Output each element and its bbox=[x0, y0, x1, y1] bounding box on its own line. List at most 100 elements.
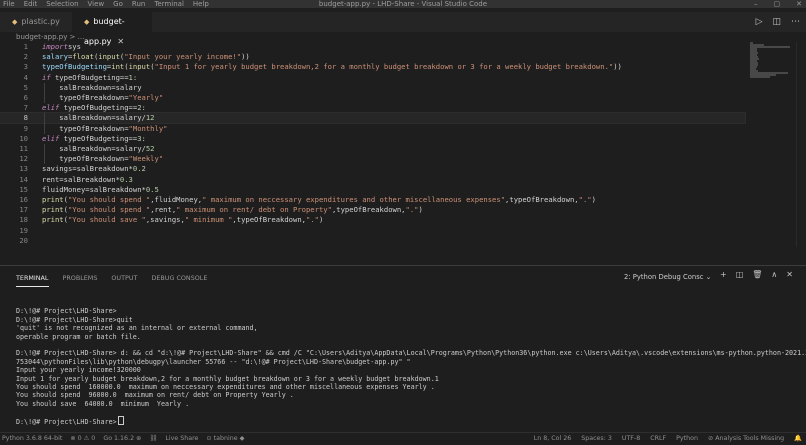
remote-icon[interactable]: ⛓ bbox=[149, 433, 157, 445]
tab-output[interactable]: OUTPUT bbox=[111, 274, 137, 287]
line-number: 13 bbox=[19, 164, 28, 174]
code-line[interactable]: 15 fluidMoney=salBreakdown*0.5 bbox=[0, 185, 745, 195]
code-line[interactable]: 3 typeOfBudgeting=int(input("Input 1 for … bbox=[0, 62, 745, 72]
tab-problems[interactable]: PROBLEMS bbox=[63, 274, 98, 287]
code-token: typeOfBreakdown= bbox=[42, 154, 129, 164]
go-version[interactable]: Go 1.16.2 ⊕ bbox=[103, 433, 141, 445]
code-line[interactable]: 10 elif typeOfBudgeting==3: bbox=[0, 134, 745, 144]
close-window-icon[interactable]: ✕ bbox=[796, 0, 802, 8]
breadcrumb[interactable]: budget-app.py > ... bbox=[16, 33, 84, 41]
more-actions-icon[interactable]: ⋯ bbox=[791, 12, 800, 32]
tab-plastic[interactable]: ◆ plastic.py bbox=[0, 12, 72, 32]
menu-run[interactable]: Run bbox=[132, 0, 145, 8]
python-file-icon: ◆ bbox=[12, 18, 18, 26]
menu-selection[interactable]: Selection bbox=[46, 0, 78, 8]
run-icon[interactable]: ▷ bbox=[756, 12, 763, 32]
menu-edit[interactable]: Edit bbox=[24, 0, 38, 8]
code-line[interactable]: 16 print("You should spend ",fluidMoney,"… bbox=[0, 195, 745, 205]
code-text: typeOfBudgeting=int(input("Input 1 for y… bbox=[42, 62, 622, 72]
notifications-icon[interactable]: 🔔 bbox=[794, 433, 802, 445]
analysis-tools[interactable]: ⊘ Analysis Tools Missing bbox=[708, 433, 784, 445]
code-text: print("You should save ",savings," minim… bbox=[42, 215, 323, 225]
terminal-line: operable program or batch file. bbox=[16, 333, 802, 341]
code-token: typeOfBreakdown= bbox=[42, 93, 129, 102]
code-token: )) bbox=[613, 62, 622, 72]
code-line[interactable]: 11 salBreakdown=salary/52 bbox=[0, 144, 745, 154]
terminal-select[interactable]: 2: Python Debug Consc ⌄ bbox=[620, 271, 716, 283]
code-text: print("You should spend ",rent," maximum… bbox=[42, 205, 423, 215]
code-line[interactable]: 19 bbox=[0, 226, 745, 236]
problems-count[interactable]: ⊗ 0 ⚠ 0 bbox=[70, 433, 95, 445]
code-text: savings=salBreakdown*0.2 bbox=[42, 164, 146, 174]
line-ending[interactable]: CRLF bbox=[650, 433, 666, 445]
code-token: "Monthly" bbox=[128, 123, 168, 133]
maximize-icon[interactable]: ▢ bbox=[774, 0, 781, 8]
code-token: salBreakdown=salary bbox=[42, 82, 142, 92]
code-token: ) bbox=[591, 195, 596, 204]
code-text: salBreakdown=salary/52 bbox=[42, 144, 154, 154]
code-token: if bbox=[42, 72, 51, 82]
python-interpreter[interactable]: Python 3.6.8 64-bit bbox=[2, 433, 62, 445]
code-text: elif typeOfBudgeting==3: bbox=[42, 134, 146, 144]
code-token: 0.3 bbox=[119, 174, 133, 184]
terminal-line: Input 1 for yearly budget breakdown,2 fo… bbox=[16, 375, 802, 383]
code-line[interactable]: 17 print("You should spend ",rent," maxim… bbox=[0, 205, 745, 215]
code-editor[interactable]: 1 importsys 2 salary=float(input("Input you… bbox=[0, 42, 806, 247]
code-line[interactable]: 5 salBreakdown=salary bbox=[0, 83, 745, 93]
code-line[interactable]: 9 typeOfBreakdown="Monthly" bbox=[0, 124, 745, 134]
tabnine[interactable]: ⊙ tabnine ◆ bbox=[206, 433, 244, 445]
menu-terminal[interactable]: Terminal bbox=[154, 0, 184, 8]
code-token: ,typeOfBreakdown, bbox=[331, 205, 406, 215]
tab-debug-console[interactable]: DEBUG CONSOLE bbox=[151, 274, 207, 287]
indentation[interactable]: Spaces: 3 bbox=[581, 433, 612, 445]
code-line[interactable]: 1 importsys bbox=[0, 42, 745, 52]
window-controls: – ▢ ✕ bbox=[754, 0, 802, 8]
code-line[interactable]: 7 elif typeOfBudgeting==2: bbox=[0, 103, 745, 113]
terminal-line: D:\!@# Project\LHD-Share>quit bbox=[16, 316, 802, 324]
code-token: print bbox=[42, 195, 64, 204]
terminal-line-text: operable program or batch file. bbox=[16, 332, 141, 341]
live-share[interactable]: Live Share bbox=[165, 433, 198, 445]
menu-view[interactable]: View bbox=[88, 0, 105, 8]
code-line[interactable]: 8 salBreakdown=salary/12 bbox=[0, 112, 746, 125]
menu-file[interactable]: File bbox=[3, 0, 15, 8]
terminal-output[interactable]: D:\!@# Project\LHD-Share> D:\!@# Project\… bbox=[16, 299, 806, 427]
tab-terminal[interactable]: TERMINAL bbox=[16, 274, 49, 287]
line-number: 5 bbox=[23, 82, 28, 92]
code-line[interactable]: 6 typeOfBreakdown="Yearly" bbox=[0, 93, 745, 103]
minimap[interactable] bbox=[750, 42, 794, 82]
language-mode[interactable]: Python bbox=[676, 433, 698, 445]
code-token: ,fluidMoney, bbox=[150, 195, 203, 204]
menu-help[interactable]: Help bbox=[193, 0, 209, 8]
trash-icon[interactable]: 🗑 bbox=[752, 270, 762, 279]
cursor-position[interactable]: Ln 8, Col 26 bbox=[534, 433, 572, 445]
close-panel-icon[interactable]: ✕ bbox=[786, 270, 793, 279]
code-token: typeOfBudgeting== bbox=[59, 133, 138, 143]
new-terminal-icon[interactable]: + bbox=[720, 270, 727, 279]
code-line[interactable]: 4 if typeOfBudgeting==1: bbox=[0, 73, 745, 83]
code-line[interactable]: 18 print("You should save ",savings," min… bbox=[0, 215, 745, 225]
code-line[interactable]: 2 salary=float(input("Input your yearly i… bbox=[0, 52, 745, 62]
encoding[interactable]: UTF-8 bbox=[622, 433, 640, 445]
indent-guide bbox=[44, 144, 45, 165]
code-token: int bbox=[111, 62, 125, 72]
code-token: typeOfBreakdown= bbox=[42, 123, 129, 133]
terminal-line-text: You should spend 96000.0 maximum on rent… bbox=[16, 391, 294, 400]
split-editor-icon[interactable]: ◫ bbox=[772, 12, 781, 32]
minimap-line bbox=[750, 76, 770, 78]
code-line[interactable]: 20 bbox=[0, 236, 745, 246]
terminal-line-text: D:\!@# Project\LHD-Share> d: && cd "d:\!… bbox=[16, 349, 806, 358]
maximize-panel-icon[interactable]: ∧ bbox=[771, 270, 777, 279]
tab-budget-app[interactable]: ◆ budget-app.py ✕ bbox=[72, 12, 152, 46]
terminal-line-text: D:\!@# Project\LHD-Share> bbox=[16, 418, 117, 427]
terminal-line-text: You should spend 160000.0 maximum on nec… bbox=[16, 382, 435, 391]
code-line[interactable]: 13 savings=salBreakdown*0.2 bbox=[0, 164, 745, 174]
minimize-icon[interactable]: – bbox=[754, 0, 758, 8]
split-terminal-icon[interactable]: ◫ bbox=[736, 270, 744, 279]
title-bar: budget-app.py - LHD-Share - Visual Studi… bbox=[0, 0, 806, 8]
editor-scrollbar[interactable] bbox=[796, 42, 805, 247]
code-text: typeOfBreakdown="Weekly" bbox=[42, 154, 163, 164]
code-line[interactable]: 12 typeOfBreakdown="Weekly" bbox=[0, 154, 745, 164]
code-line[interactable]: 14 rent=salBreakdown*0.3 bbox=[0, 175, 745, 185]
menu-go[interactable]: Go bbox=[113, 0, 123, 8]
